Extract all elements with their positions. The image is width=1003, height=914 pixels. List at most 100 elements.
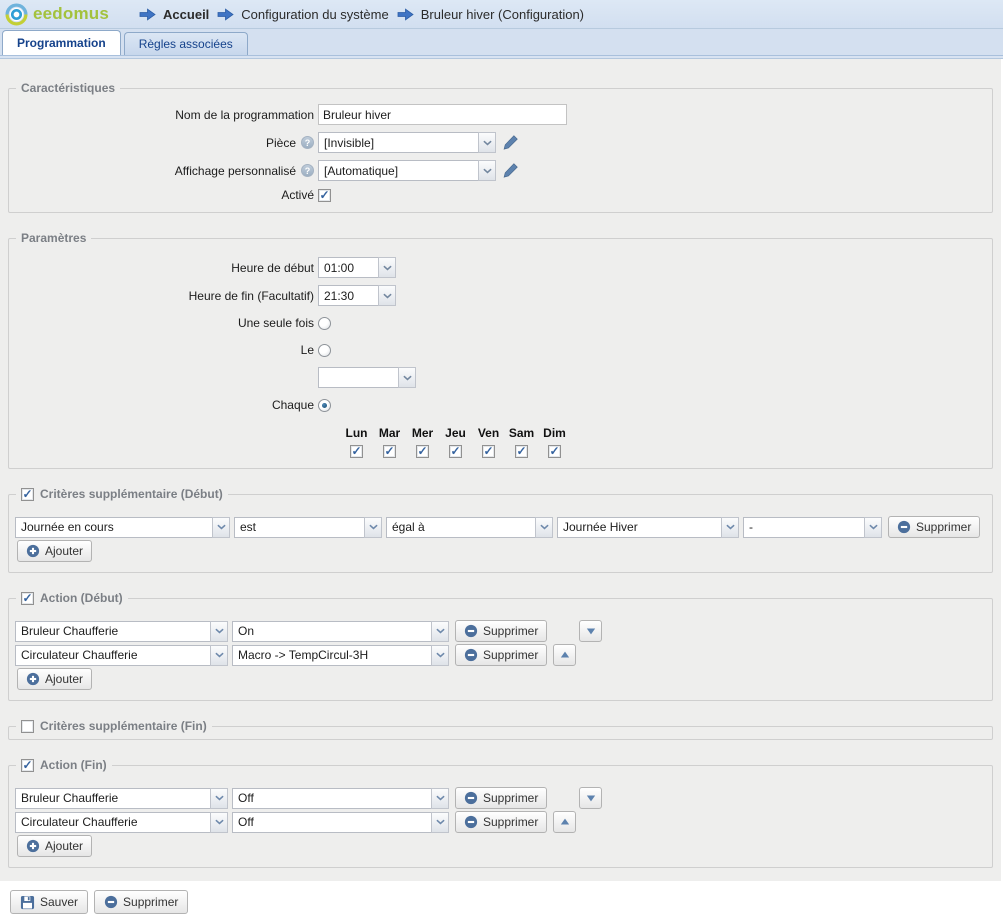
chevron-down-icon[interactable] [210, 645, 228, 666]
action-device-select[interactable]: Bruleur Chaufferie [15, 621, 228, 642]
criteres-fin-toggle-checkbox[interactable] [21, 720, 34, 733]
start-time-select[interactable]: 01:00 [318, 257, 396, 278]
triangle-up-icon [559, 650, 571, 660]
add-action-button[interactable]: Ajouter [17, 668, 92, 690]
action-value-select[interactable]: Macro -> TempCircul-3H [232, 645, 449, 666]
breadcrumb-arrow-icon [217, 8, 234, 21]
weekday-sun-checkbox[interactable] [548, 445, 561, 458]
weekday-wed: Mer [406, 426, 439, 458]
once-radio[interactable] [318, 317, 331, 330]
tab-regles-associees[interactable]: Règles associées [124, 32, 248, 55]
delete-action-button[interactable]: Supprimer [455, 644, 547, 666]
programmation-name-input[interactable] [318, 104, 567, 125]
chevron-down-icon[interactable] [431, 788, 449, 809]
on-date-radio[interactable] [318, 344, 331, 357]
triangle-down-icon [585, 626, 597, 636]
chevron-down-icon[interactable] [210, 812, 228, 833]
weekday-fri-checkbox[interactable] [482, 445, 495, 458]
criteria-value-select[interactable]: Journée Hiver [557, 517, 739, 538]
chevron-down-icon[interactable] [864, 517, 882, 538]
weekday-wed-checkbox[interactable] [416, 445, 429, 458]
action-value-select[interactable]: On [232, 621, 449, 642]
edit-pencil-icon[interactable] [502, 134, 519, 151]
delete-action-button[interactable]: Supprimer [455, 787, 547, 809]
triangle-up-icon [559, 817, 571, 827]
action-fin-toggle-checkbox[interactable] [21, 759, 34, 772]
action-debut-toggle-checkbox[interactable] [21, 592, 34, 605]
minus-circle-icon [464, 791, 478, 805]
weekday-sun: Dim [538, 426, 571, 458]
section-criteres-debut-legend: Critères supplémentaire (Début) [16, 487, 228, 501]
chevron-down-icon[interactable] [535, 517, 553, 538]
active-checkbox[interactable] [318, 189, 331, 202]
custom-display-select[interactable]: [Automatique] [318, 160, 496, 181]
chevron-down-icon[interactable] [364, 517, 382, 538]
criteria-verb-select[interactable]: est [234, 517, 382, 538]
weekday-tue-checkbox[interactable] [383, 445, 396, 458]
criteres-debut-toggle-checkbox[interactable] [21, 488, 34, 501]
eedomus-logo-icon [5, 3, 28, 26]
breadcrumb-arrow-icon [397, 8, 414, 21]
breadcrumb: Accueil Configuration du système Bruleur… [139, 7, 584, 22]
end-time-select[interactable]: 21:30 [318, 285, 396, 306]
edit-pencil-icon[interactable] [502, 162, 519, 179]
footer-actions: Sauver Supprimer [10, 890, 1001, 914]
move-action-up-button[interactable] [553, 644, 576, 666]
chevron-down-icon[interactable] [721, 517, 739, 538]
move-action-up-button[interactable] [553, 811, 576, 833]
section-action-fin-legend: Action (Fin) [16, 758, 112, 772]
breadcrumb-home[interactable]: Accueil [139, 7, 209, 22]
chevron-down-icon[interactable] [398, 367, 416, 388]
action-value-select[interactable]: Off [232, 812, 449, 833]
tab-programmation[interactable]: Programmation [2, 30, 121, 55]
weekday-thu-checkbox[interactable] [449, 445, 462, 458]
section-action-debut-legend: Action (Début) [16, 591, 128, 605]
room-label: Pièce [15, 136, 318, 150]
weekday-mon-checkbox[interactable] [350, 445, 363, 458]
minus-circle-icon [897, 520, 911, 534]
action-device-select[interactable]: Circulateur Chaufferie [15, 812, 228, 833]
logo-wordmark: eedomus [33, 4, 109, 24]
add-criteria-button[interactable]: Ajouter [17, 540, 92, 562]
breadcrumb-system-config[interactable]: Configuration du système [217, 7, 388, 22]
chevron-down-icon[interactable] [378, 257, 396, 278]
criteria-subject-select[interactable]: Journée en cours [15, 517, 230, 538]
chevron-down-icon[interactable] [431, 621, 449, 642]
chevron-down-icon[interactable] [431, 645, 449, 666]
action-device-select[interactable]: Bruleur Chaufferie [15, 788, 228, 809]
breadcrumb-current-page[interactable]: Bruleur hiver (Configuration) [397, 7, 584, 22]
once-label: Une seule fois [15, 316, 318, 330]
chevron-down-icon[interactable] [378, 285, 396, 306]
chevron-down-icon[interactable] [210, 788, 228, 809]
chevron-down-icon[interactable] [478, 132, 496, 153]
delete-criteria-button[interactable]: Supprimer [888, 516, 980, 538]
action-device-select[interactable]: Circulateur Chaufferie [15, 645, 228, 666]
chevron-down-icon[interactable] [210, 621, 228, 642]
help-icon[interactable] [301, 164, 314, 177]
chevron-down-icon[interactable] [478, 160, 496, 181]
room-select[interactable]: [Invisible] [318, 132, 496, 153]
delete-action-button[interactable]: Supprimer [455, 620, 547, 642]
delete-action-button[interactable]: Supprimer [455, 811, 547, 833]
save-button[interactable]: Sauver [10, 890, 88, 914]
chevron-down-icon[interactable] [212, 517, 230, 538]
criteria-extra-select[interactable]: - [743, 517, 882, 538]
delete-programmation-button[interactable]: Supprimer [94, 890, 188, 914]
add-action-button[interactable]: Ajouter [17, 835, 92, 857]
breadcrumb-arrow-icon [139, 8, 156, 21]
help-icon[interactable] [301, 136, 314, 149]
section-caracteristiques-legend: Caractéristiques [16, 81, 120, 95]
chevron-down-icon[interactable] [431, 812, 449, 833]
eedomus-logo[interactable]: eedomus [5, 3, 109, 26]
move-action-down-button[interactable] [579, 787, 602, 809]
date-select[interactable] [318, 367, 416, 388]
criteria-operator-select[interactable]: égal à [386, 517, 553, 538]
plus-circle-icon [26, 544, 40, 558]
app-header: eedomus Accueil Configuration du système… [0, 0, 1003, 29]
move-action-down-button[interactable] [579, 620, 602, 642]
action-value-select[interactable]: Off [232, 788, 449, 809]
section-criteres-debut: Critères supplémentaire (Début) Journée … [8, 487, 993, 573]
active-label: Activé [15, 188, 318, 202]
each-radio[interactable] [318, 399, 331, 412]
weekday-sat-checkbox[interactable] [515, 445, 528, 458]
